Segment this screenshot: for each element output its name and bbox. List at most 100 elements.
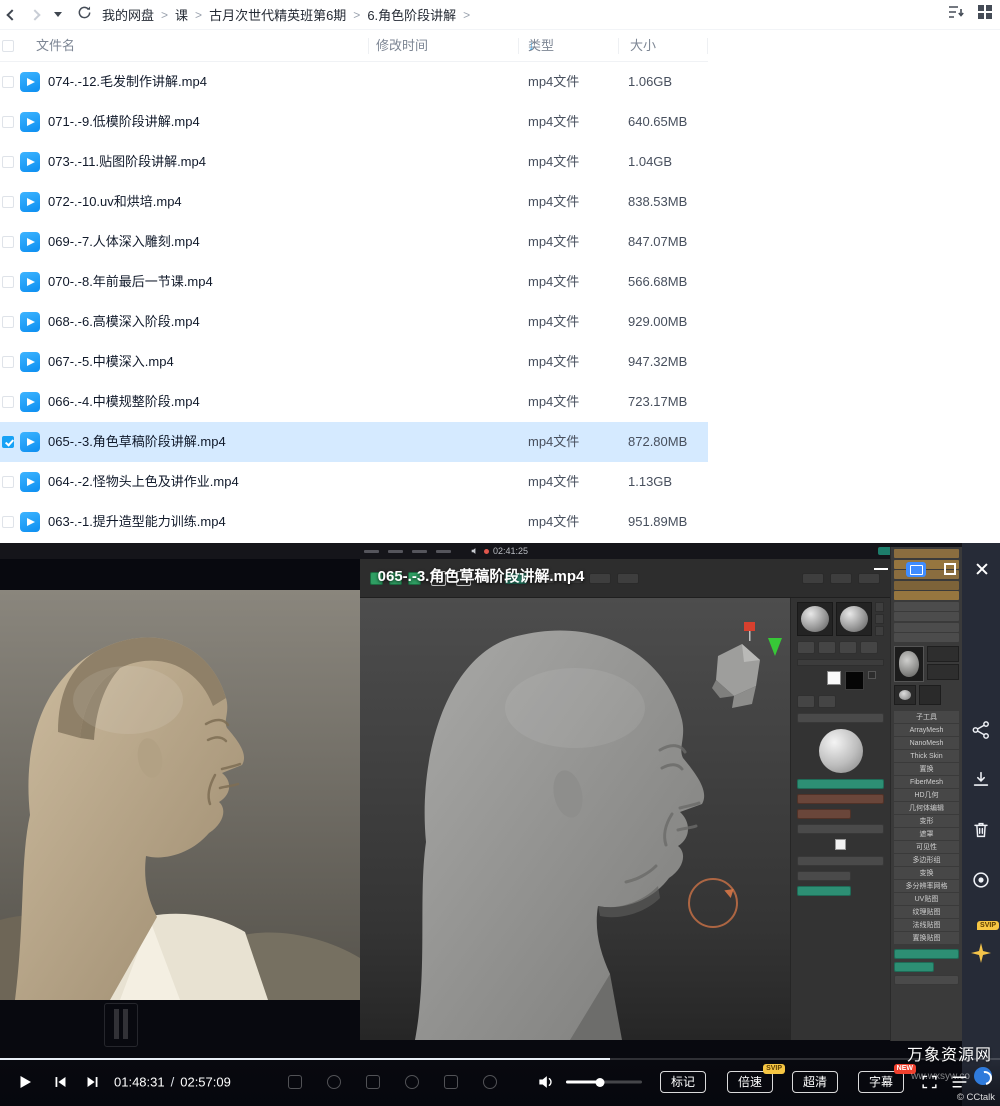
table-row[interactable]: 067-.-5.中模深入.mp4 mp4文件 947.32MB bbox=[0, 342, 708, 382]
file-name[interactable]: 066-.-4.中模规整阶段.mp4 bbox=[48, 382, 200, 422]
mp4-file-icon bbox=[20, 352, 40, 372]
breadcrumb-item[interactable]: 课 bbox=[175, 5, 188, 24]
file-name[interactable]: 070-.-8.年前最后一节课.mp4 bbox=[48, 262, 213, 302]
mp4-file-icon bbox=[20, 432, 40, 452]
file-name[interactable]: 073-.-11.贴图阶段讲解.mp4 bbox=[48, 142, 206, 182]
back-icon[interactable] bbox=[6, 8, 18, 21]
row-checkbox[interactable] bbox=[2, 76, 14, 88]
zbrush-panel-rows: 子工具 ArrayMesh NanoMesh Thick Skin 置换 FiberMes… bbox=[894, 711, 959, 945]
row-checkbox[interactable] bbox=[2, 396, 14, 408]
speed-button[interactable]: 倍速 SVIP bbox=[727, 1064, 786, 1093]
next-button[interactable] bbox=[84, 1074, 101, 1091]
row-checkbox[interactable] bbox=[2, 116, 14, 128]
row-checkbox[interactable] bbox=[2, 236, 14, 248]
column-type[interactable]: 类型 bbox=[528, 30, 554, 62]
row-checkbox[interactable] bbox=[2, 156, 14, 168]
video-player-window: 02:41:25 子工具 ArrayMesh NanoMesh Thick Sk… bbox=[0, 543, 1000, 1106]
svip-star-icon[interactable] bbox=[969, 941, 993, 970]
zbrush-panel-row: ArrayMesh bbox=[894, 724, 959, 737]
video-overlay-logo bbox=[104, 1003, 138, 1047]
row-checkbox[interactable] bbox=[2, 516, 14, 528]
player-extra-icon[interactable] bbox=[483, 1075, 497, 1089]
table-row[interactable]: 074-.-12.毛发制作讲解.mp4 mp4文件 1.06GB bbox=[0, 62, 708, 102]
column-filename[interactable]: 文件名 bbox=[36, 30, 75, 62]
file-name[interactable]: 069-.-7.人体深入雕刻.mp4 bbox=[48, 222, 200, 262]
column-size[interactable]: 大小 bbox=[630, 30, 656, 62]
list-sort-icon[interactable] bbox=[948, 5, 964, 24]
record-icon[interactable] bbox=[970, 869, 992, 896]
row-checkbox[interactable] bbox=[2, 476, 14, 488]
player-extra-icon[interactable] bbox=[444, 1075, 458, 1089]
zbrush-right-shelf bbox=[790, 598, 890, 1040]
volume-knob[interactable] bbox=[595, 1077, 605, 1087]
table-row[interactable]: 066-.-4.中模规整阶段.mp4 mp4文件 723.17MB bbox=[0, 382, 708, 422]
quality-button[interactable]: 超清 bbox=[792, 1071, 839, 1093]
file-size: 872.80MB bbox=[628, 434, 688, 449]
file-name[interactable]: 065-.-3.角色草稿阶段讲解.mp4 bbox=[48, 422, 226, 462]
breadcrumb-item[interactable]: 我的网盘 bbox=[102, 5, 154, 24]
volume-icon[interactable] bbox=[536, 1072, 556, 1092]
file-type: mp4文件 bbox=[528, 394, 580, 409]
refresh-icon[interactable] bbox=[77, 5, 92, 25]
tool-thumbnail bbox=[836, 602, 872, 636]
column-divider bbox=[707, 38, 708, 54]
video-surface[interactable]: 02:41:25 子工具 ArrayMesh NanoMesh Thick Sk… bbox=[0, 543, 962, 1106]
table-row[interactable]: 069-.-7.人体深入雕刻.mp4 mp4文件 847.07MB bbox=[0, 222, 708, 262]
column-modified[interactable]: 修改时间 ↓ bbox=[376, 30, 535, 62]
file-name[interactable]: 063-.-1.提升造型能力训练.mp4 bbox=[48, 502, 226, 542]
table-row[interactable]: 065-.-3.角色草稿阶段讲解.mp4 mp4文件 872.80MB bbox=[0, 422, 708, 462]
table-row[interactable]: 068-.-6.高模深入阶段.mp4 mp4文件 929.00MB bbox=[0, 302, 708, 342]
file-type: mp4文件 bbox=[528, 474, 580, 489]
previous-button[interactable] bbox=[52, 1074, 69, 1091]
row-checkbox[interactable] bbox=[2, 196, 14, 208]
grid-view-icon[interactable] bbox=[978, 5, 992, 24]
table-row[interactable]: 073-.-11.贴图阶段讲解.mp4 mp4文件 1.04GB bbox=[0, 142, 708, 182]
table-row[interactable]: 070-.-8.年前最后一节课.mp4 mp4文件 566.68MB bbox=[0, 262, 708, 302]
file-name[interactable]: 068-.-6.高模深入阶段.mp4 bbox=[48, 302, 200, 342]
share-icon[interactable] bbox=[970, 719, 992, 746]
widescreen-icon[interactable] bbox=[920, 1073, 939, 1092]
zbrush-panel-row: 多分辨率网格 bbox=[894, 880, 959, 893]
breadcrumb-item[interactable]: 古月次世代精英班第6期 bbox=[209, 5, 346, 24]
table-row[interactable]: 071-.-9.低模阶段讲解.mp4 mp4文件 640.65MB bbox=[0, 102, 708, 142]
player-extra-icon[interactable] bbox=[405, 1075, 419, 1089]
maximize-button[interactable] bbox=[944, 563, 956, 575]
zbrush-panel-row: 子工具 bbox=[894, 711, 959, 724]
forward-icon[interactable] bbox=[29, 8, 41, 21]
player-extra-icon[interactable] bbox=[366, 1075, 380, 1089]
playlist-icon[interactable] bbox=[950, 1073, 969, 1092]
subtitle-button-label: 字幕 bbox=[869, 1075, 894, 1089]
play-button[interactable] bbox=[16, 1073, 34, 1091]
progress-bar[interactable] bbox=[0, 1058, 1000, 1060]
breadcrumb-item[interactable]: 6.角色阶段讲解 bbox=[367, 5, 456, 24]
volume-slider[interactable] bbox=[566, 1077, 642, 1087]
file-name[interactable]: 067-.-5.中模深入.mp4 bbox=[48, 342, 174, 382]
mark-button[interactable]: 标记 bbox=[660, 1071, 707, 1093]
download-icon[interactable] bbox=[970, 769, 992, 796]
file-name[interactable]: 072-.-10.uv和烘培.mp4 bbox=[48, 182, 182, 222]
time-display: 01:48:31 / 02:57:09 bbox=[114, 1075, 231, 1090]
table-row[interactable]: 064-.-2.怪物头上色及讲作业.mp4 mp4文件 1.13GB bbox=[0, 462, 708, 502]
row-checkbox[interactable] bbox=[2, 356, 14, 368]
row-checkbox[interactable] bbox=[2, 276, 14, 288]
subtitle-button[interactable]: 字幕 NEW bbox=[858, 1064, 917, 1093]
zbrush-panel-row: 变换 bbox=[894, 867, 959, 880]
file-size: 640.65MB bbox=[628, 114, 688, 129]
file-name[interactable]: 071-.-9.低模阶段讲解.mp4 bbox=[48, 102, 200, 142]
close-icon[interactable] bbox=[974, 561, 990, 577]
player-extra-icon[interactable] bbox=[327, 1075, 341, 1089]
table-row[interactable]: 072-.-10.uv和烘培.mp4 mp4文件 838.53MB bbox=[0, 182, 708, 222]
row-checkbox[interactable] bbox=[2, 316, 14, 328]
zbrush-panel-row: FiberMesh bbox=[894, 776, 959, 789]
row-checkbox[interactable] bbox=[2, 436, 14, 448]
delete-icon[interactable] bbox=[970, 819, 992, 846]
file-name[interactable]: 074-.-12.毛发制作讲解.mp4 bbox=[48, 62, 207, 102]
table-row[interactable]: 063-.-1.提升造型能力训练.mp4 mp4文件 951.89MB bbox=[0, 502, 708, 542]
history-dropdown-icon[interactable] bbox=[54, 12, 62, 17]
cast-icon[interactable] bbox=[906, 561, 926, 577]
file-name[interactable]: 064-.-2.怪物头上色及讲作业.mp4 bbox=[48, 462, 239, 502]
minimize-button[interactable] bbox=[874, 568, 888, 570]
player-extra-icon[interactable] bbox=[288, 1075, 302, 1089]
select-all-checkbox[interactable] bbox=[2, 40, 14, 52]
zbrush-panel-row: 变形 bbox=[894, 815, 959, 828]
